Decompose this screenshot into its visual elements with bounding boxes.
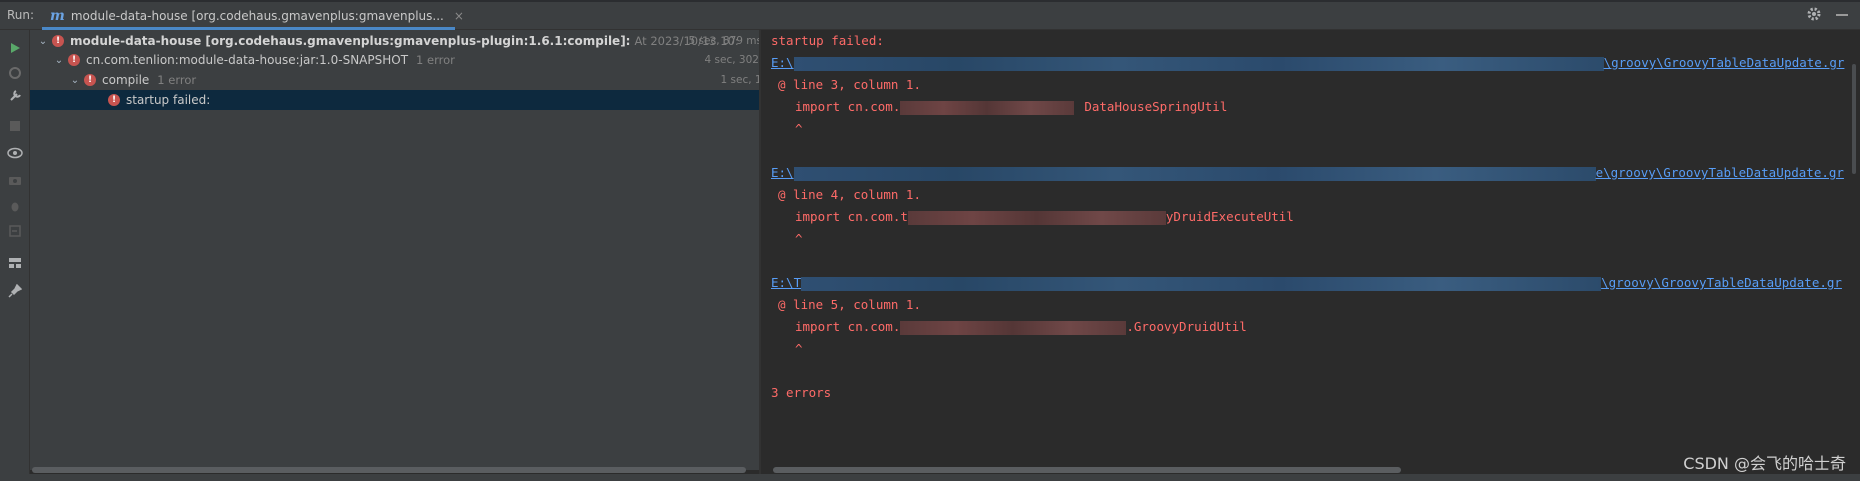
- error-file-link[interactable]: E:\ e\groovy\GroovyTableDataUpdate.gr: [771, 163, 1844, 183]
- path-start[interactable]: E:\: [771, 165, 794, 180]
- run-toolbar: Run: m module-data-house [org.codehaus.g…: [0, 0, 1860, 30]
- redacted-path: [793, 56, 1604, 71]
- tree-row-label: cn.com.tenlion:module-data-house:jar:1.0…: [86, 53, 409, 67]
- close-icon[interactable]: ×: [454, 9, 464, 23]
- run-tab-title: module-data-house [org.codehaus.gmavenpl…: [70, 9, 444, 23]
- error-file-link[interactable]: E:\T \groovy\GroovyTableDataUpdate.gr: [771, 273, 1842, 293]
- redacted-path: [801, 276, 1602, 291]
- import-prefix: import cn.com.: [795, 319, 901, 334]
- tree-row-label: module-data-house [org.codehaus.gmavenpl…: [70, 34, 631, 48]
- console-header: startup failed:: [771, 33, 884, 48]
- error-location: @ line 3, column 1.: [778, 77, 921, 92]
- error-import-line: import cn.com. DataHouseSpringUtil: [795, 97, 1227, 117]
- path-end[interactable]: e\groovy\GroovyTableDataUpdate.gr: [1596, 165, 1844, 180]
- import-suffix: .GroovyDruidUtil: [1126, 319, 1247, 334]
- login-icon[interactable]: [7, 223, 23, 239]
- run-side-toolbar: [0, 30, 30, 481]
- run-tab[interactable]: m module-data-house [org.codehaus.gmaven…: [42, 2, 464, 30]
- run-label: Run:: [7, 8, 35, 22]
- tree-horizontal-scrollbar[interactable]: [32, 467, 746, 473]
- rerun-icon[interactable]: [7, 40, 23, 56]
- tree-row-label: compile: [102, 73, 150, 87]
- path-start[interactable]: E:\T: [771, 275, 801, 290]
- console-vertical-scrollbar[interactable]: [1852, 64, 1856, 174]
- chevron-down-icon[interactable]: ⌄: [36, 36, 50, 47]
- pin-icon[interactable]: [7, 283, 23, 299]
- rerun-failed-icon[interactable]: [7, 65, 23, 81]
- error-icon: !: [68, 54, 80, 66]
- error-caret: ^: [795, 121, 803, 136]
- wrench-icon[interactable]: [7, 88, 23, 104]
- tree-row-module[interactable]: ⌄ ! module-data-house [org.codehaus.gmav…: [30, 31, 766, 51]
- status-strip: [0, 474, 1860, 481]
- bug-icon[interactable]: [7, 198, 23, 214]
- path-end[interactable]: \groovy\GroovyTableDataUpdate.gr: [1604, 55, 1845, 70]
- watermark: CSDN @会飞的哈士奇: [1683, 454, 1846, 473]
- tree-row-startup-failed[interactable]: ! startup failed:: [30, 90, 836, 110]
- stop-icon[interactable]: [7, 118, 23, 134]
- tree-row-artifact[interactable]: ⌄ ! cn.com.tenlion:module-data-house:jar…: [30, 50, 782, 70]
- tree-row-label: startup failed:: [126, 93, 211, 107]
- camera-icon[interactable]: [7, 172, 23, 188]
- redacted-path: [793, 166, 1596, 181]
- error-count: 3 errors: [771, 385, 832, 400]
- console-horizontal-scrollbar[interactable]: [773, 467, 1401, 473]
- tree-row-detail: 1 error: [416, 53, 455, 67]
- tree-row-detail: 1 error: [157, 73, 197, 87]
- chevron-down-icon[interactable]: ⌄: [52, 55, 66, 66]
- tree-row-compile[interactable]: ⌄ ! compile 1 error 1 sec, 133 ms: [30, 70, 798, 90]
- console-output[interactable]: startup failed: E:\ \groovy\GroovyTableDa…: [761, 30, 1860, 470]
- eye-icon[interactable]: [7, 145, 23, 161]
- error-icon: !: [52, 35, 64, 47]
- error-import-line: import cn.com. .GroovyDruidUtil: [795, 317, 1247, 337]
- path-end[interactable]: \groovy\GroovyTableDataUpdate.gr: [1601, 275, 1842, 290]
- error-icon: !: [84, 74, 96, 86]
- chevron-down-icon[interactable]: ⌄: [68, 75, 82, 86]
- import-prefix: import cn.com.t: [795, 209, 908, 224]
- path-start[interactable]: E:\: [771, 55, 794, 70]
- tree-row-time: 5 sec, 879 ms: [688, 35, 762, 47]
- import-suffix: yDruidExecuteUtil: [1165, 209, 1294, 224]
- redacted-package: [900, 100, 1075, 115]
- error-location: @ line 4, column 1.: [778, 187, 921, 202]
- error-file-link[interactable]: E:\ \groovy\GroovyTableDataUpdate.gr: [771, 53, 1844, 73]
- redacted-package: [907, 210, 1166, 225]
- error-caret: ^: [795, 341, 803, 356]
- error-import-line: import cn.com.t yDruidExecuteUtil: [795, 207, 1294, 227]
- redacted-package: [900, 320, 1127, 335]
- gear-icon[interactable]: [1806, 6, 1822, 22]
- error-icon: !: [108, 94, 120, 106]
- error-caret: ^: [795, 231, 803, 246]
- import-suffix: DataHouseSpringUtil: [1084, 99, 1228, 114]
- error-location: @ line 5, column 1.: [778, 297, 921, 312]
- layout-icon[interactable]: [7, 255, 23, 271]
- build-tree: ⌄ ! module-data-house [org.codehaus.gmav…: [30, 30, 836, 470]
- maven-icon: m: [50, 8, 65, 24]
- minimize-icon[interactable]: [1836, 14, 1848, 16]
- import-prefix: import cn.com.: [795, 99, 901, 114]
